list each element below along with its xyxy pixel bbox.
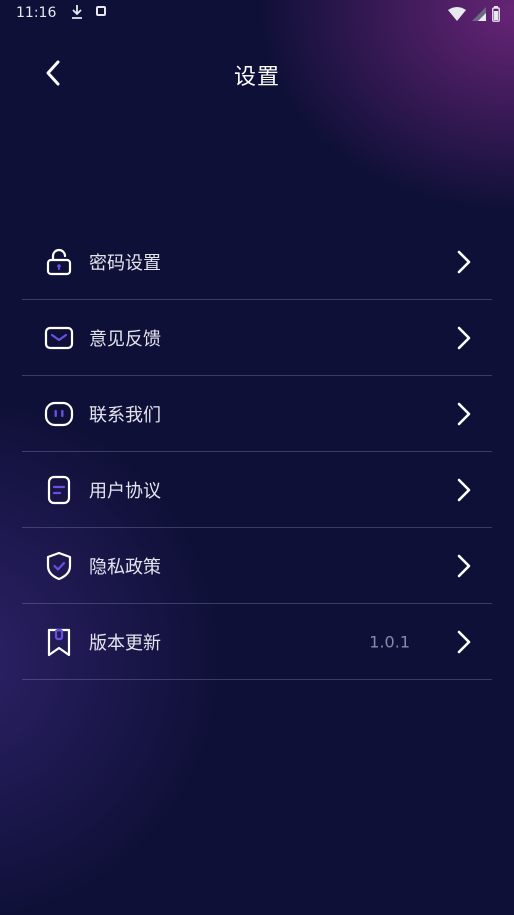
chevron-right-icon [454,248,474,276]
menu-item-label: 用户协议 [89,480,161,502]
status-icons [448,6,500,22]
wifi-icon [448,7,466,21]
page-title: 设置 [233,65,280,90]
menu-item-label: 密码设置 [89,252,161,274]
version-number: 1.0.1 [369,632,410,651]
download-icon [72,5,82,19]
menu-item-label: 意见反馈 [89,328,161,350]
chevron-right-icon [454,628,474,656]
chevron-right-icon [454,476,474,504]
settings-menu: 密码设置 意见反馈 联系我们 用户协议 隐私政策 版本更新 1.0.1 [22,224,492,680]
chevron-right-icon [454,552,474,580]
bookmark-icon [42,625,76,659]
signal-icon [472,7,486,21]
notification-icon [96,6,106,16]
menu-item-contact[interactable]: 联系我们 [22,376,492,452]
header: 设置 [0,44,514,100]
chat-icon [42,397,76,431]
chevron-right-icon [454,324,474,352]
menu-item-label: 联系我们 [89,404,161,426]
battery-icon [492,6,500,22]
status-bar: 11:16 [0,0,514,28]
lock-icon [42,245,76,279]
menu-item-feedback[interactable]: 意见反馈 [22,300,492,376]
menu-item-label: 版本更新 [89,632,161,654]
menu-item-user-agreement[interactable]: 用户协议 [22,452,492,528]
mail-icon [42,321,76,355]
status-time: 11:16 [16,5,57,21]
menu-item-password[interactable]: 密码设置 [22,224,492,300]
document-icon [42,473,76,507]
menu-item-privacy-policy[interactable]: 隐私政策 [22,528,492,604]
menu-item-label: 隐私政策 [89,556,161,578]
shield-icon [42,549,76,583]
chevron-right-icon [454,400,474,428]
menu-item-version-update[interactable]: 版本更新 1.0.1 [22,604,492,680]
